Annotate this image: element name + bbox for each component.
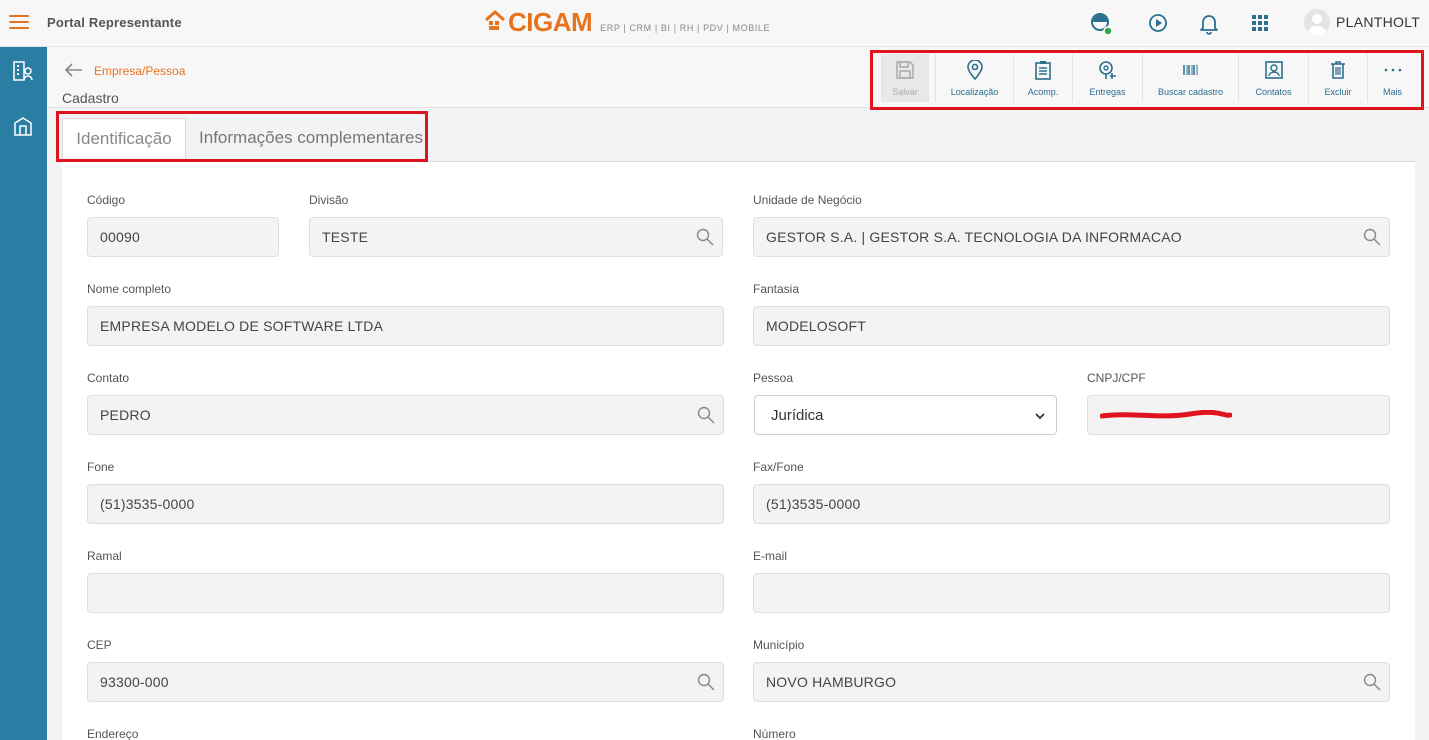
cep-field[interactable]: 93300-000 xyxy=(87,662,724,702)
ramal-label: Ramal xyxy=(87,549,122,563)
form-card: Código 00090 Divisão TESTE Unidade de Ne… xyxy=(62,162,1415,740)
back-arrow-icon[interactable] xyxy=(63,61,83,79)
search-registry-button[interactable]: Buscar cadastro xyxy=(1142,54,1238,102)
cep-label: CEP xyxy=(87,638,112,652)
apps-grid-icon[interactable] xyxy=(1247,10,1273,36)
portal-title: Portal Representante xyxy=(47,15,182,30)
divisao-field[interactable]: TESTE xyxy=(309,217,723,257)
municipio-field[interactable]: NOVO HAMBURGO xyxy=(753,662,1390,702)
numero-label: Número xyxy=(753,727,796,740)
delivery-pin-icon xyxy=(1098,61,1116,79)
tab-informacoes-complementares[interactable]: Informações complementares xyxy=(196,118,426,158)
codigo-label: Código xyxy=(87,193,126,207)
top-bar: Portal Representante CIGAM ERP | CRM | B… xyxy=(0,0,1429,47)
endereco-label: Endereço xyxy=(87,727,139,740)
municipio-value: NOVO HAMBURGO xyxy=(766,674,897,690)
action-toolbar: Salvar Localização Acomp. Entregas Busca… xyxy=(873,51,1423,107)
acomp-button[interactable]: Acomp. xyxy=(1013,54,1072,102)
play-video-icon[interactable] xyxy=(1145,10,1171,36)
logo-text: CIGAM xyxy=(508,7,593,37)
contacts-button[interactable]: Contatos xyxy=(1238,54,1308,102)
save-icon xyxy=(896,61,914,79)
barcode-icon xyxy=(1182,65,1197,75)
page-title: Cadastro xyxy=(62,90,119,106)
unidade-label: Unidade de Negócio xyxy=(753,193,862,207)
nome-value: EMPRESA MODELO DE SOFTWARE LTDA xyxy=(100,318,384,334)
unidade-search-icon[interactable] xyxy=(1363,228,1381,246)
codigo-field[interactable]: 00090 xyxy=(87,217,279,257)
municipio-label: Município xyxy=(753,638,805,652)
pessoa-value: Jurídica xyxy=(771,406,824,424)
nome-label: Nome completo xyxy=(87,282,172,296)
fantasia-label: Fantasia xyxy=(753,282,800,296)
redaction-scribble xyxy=(1100,410,1232,419)
more-button[interactable]: Mais xyxy=(1367,54,1417,102)
save-label: Salvar xyxy=(892,87,918,97)
pessoa-label: Pessoa xyxy=(753,371,794,385)
location-label: Localização xyxy=(950,87,999,97)
fantasia-field[interactable]: MODELOSOFT xyxy=(753,306,1390,346)
delete-button[interactable]: Excluir xyxy=(1308,54,1367,102)
cep-value: 93300-000 xyxy=(100,674,169,690)
user-menu[interactable]: PLANTHOLT xyxy=(1304,9,1420,35)
avatar xyxy=(1304,9,1330,35)
municipio-search-icon[interactable] xyxy=(1363,673,1381,691)
fone-value: (51)3535-0000 xyxy=(100,496,195,512)
fone-label: Fone xyxy=(87,460,115,474)
breadcrumb[interactable]: Empresa/Pessoa xyxy=(94,64,185,78)
page-header: Empresa/Pessoa Cadastro Salvar Localizaç… xyxy=(47,47,1429,108)
location-button[interactable]: Localização xyxy=(935,54,1013,102)
nome-field[interactable]: EMPRESA MODELO DE SOFTWARE LTDA xyxy=(87,306,724,346)
contato-value: PEDRO xyxy=(100,407,151,423)
cigam-logo: CIGAM ERP | CRM | BI | RH | PDV | MOBILE xyxy=(484,9,770,39)
more-label: Mais xyxy=(1382,87,1402,97)
acomp-label: Acomp. xyxy=(1027,87,1059,97)
fantasia-value: MODELOSOFT xyxy=(766,318,867,334)
clipboard-icon xyxy=(1035,61,1051,80)
location-pin-icon xyxy=(966,60,983,80)
divisao-value: TESTE xyxy=(322,229,369,245)
hamburger-menu-icon[interactable] xyxy=(9,13,29,31)
unidade-value: GESTOR S.A. | GESTOR S.A. TECNOLOGIA DA … xyxy=(766,229,1182,245)
left-sidebar xyxy=(0,47,47,740)
cep-search-icon[interactable] xyxy=(697,673,715,691)
email-label: E-mail xyxy=(753,549,788,563)
fone-field[interactable]: (51)3535-0000 xyxy=(87,484,724,524)
divisao-search-icon[interactable] xyxy=(696,228,714,246)
search-registry-label: Buscar cadastro xyxy=(1157,87,1224,97)
fax-label: Fax/Fone xyxy=(753,460,804,474)
trash-icon xyxy=(1331,61,1345,79)
pessoa-select[interactable]: Jurídica xyxy=(754,395,1057,435)
contato-label: Contato xyxy=(87,371,130,385)
sidebar-store-icon[interactable] xyxy=(12,115,34,137)
deliveries-button[interactable]: Entregas xyxy=(1072,54,1142,102)
deliveries-label: Entregas xyxy=(1089,87,1126,97)
email-field[interactable] xyxy=(753,573,1390,613)
more-dots-icon xyxy=(1384,68,1401,72)
user-icon xyxy=(1308,14,1326,35)
fax-value: (51)3535-0000 xyxy=(766,496,861,512)
cnpj-field[interactable] xyxy=(1087,395,1390,435)
save-button[interactable]: Salvar xyxy=(881,54,929,102)
delete-label: Excluir xyxy=(1324,87,1352,97)
chevron-down-icon xyxy=(1035,413,1045,420)
sidebar-company-search-icon[interactable] xyxy=(12,60,34,82)
divisao-label: Divisão xyxy=(309,193,349,207)
tab-identificacao[interactable]: Identificação xyxy=(62,118,186,158)
ramal-field[interactable] xyxy=(87,573,724,613)
logo-tagline: ERP | CRM | BI | RH | PDV | MOBILE xyxy=(600,23,771,33)
contato-field[interactable]: PEDRO xyxy=(87,395,724,435)
support-agent-icon[interactable] xyxy=(1088,10,1114,36)
codigo-value: 00090 xyxy=(100,229,140,245)
user-name: PLANTHOLT xyxy=(1336,14,1421,30)
bell-icon[interactable] xyxy=(1196,10,1222,36)
logo-house-icon xyxy=(485,9,505,30)
contact-card-icon xyxy=(1264,61,1283,79)
contacts-label: Contatos xyxy=(1255,87,1292,97)
contato-search-icon[interactable] xyxy=(697,406,715,424)
fax-field[interactable]: (51)3535-0000 xyxy=(753,484,1390,524)
unidade-field[interactable]: GESTOR S.A. | GESTOR S.A. TECNOLOGIA DA … xyxy=(753,217,1390,257)
cnpj-label: CNPJ/CPF xyxy=(1087,371,1146,385)
